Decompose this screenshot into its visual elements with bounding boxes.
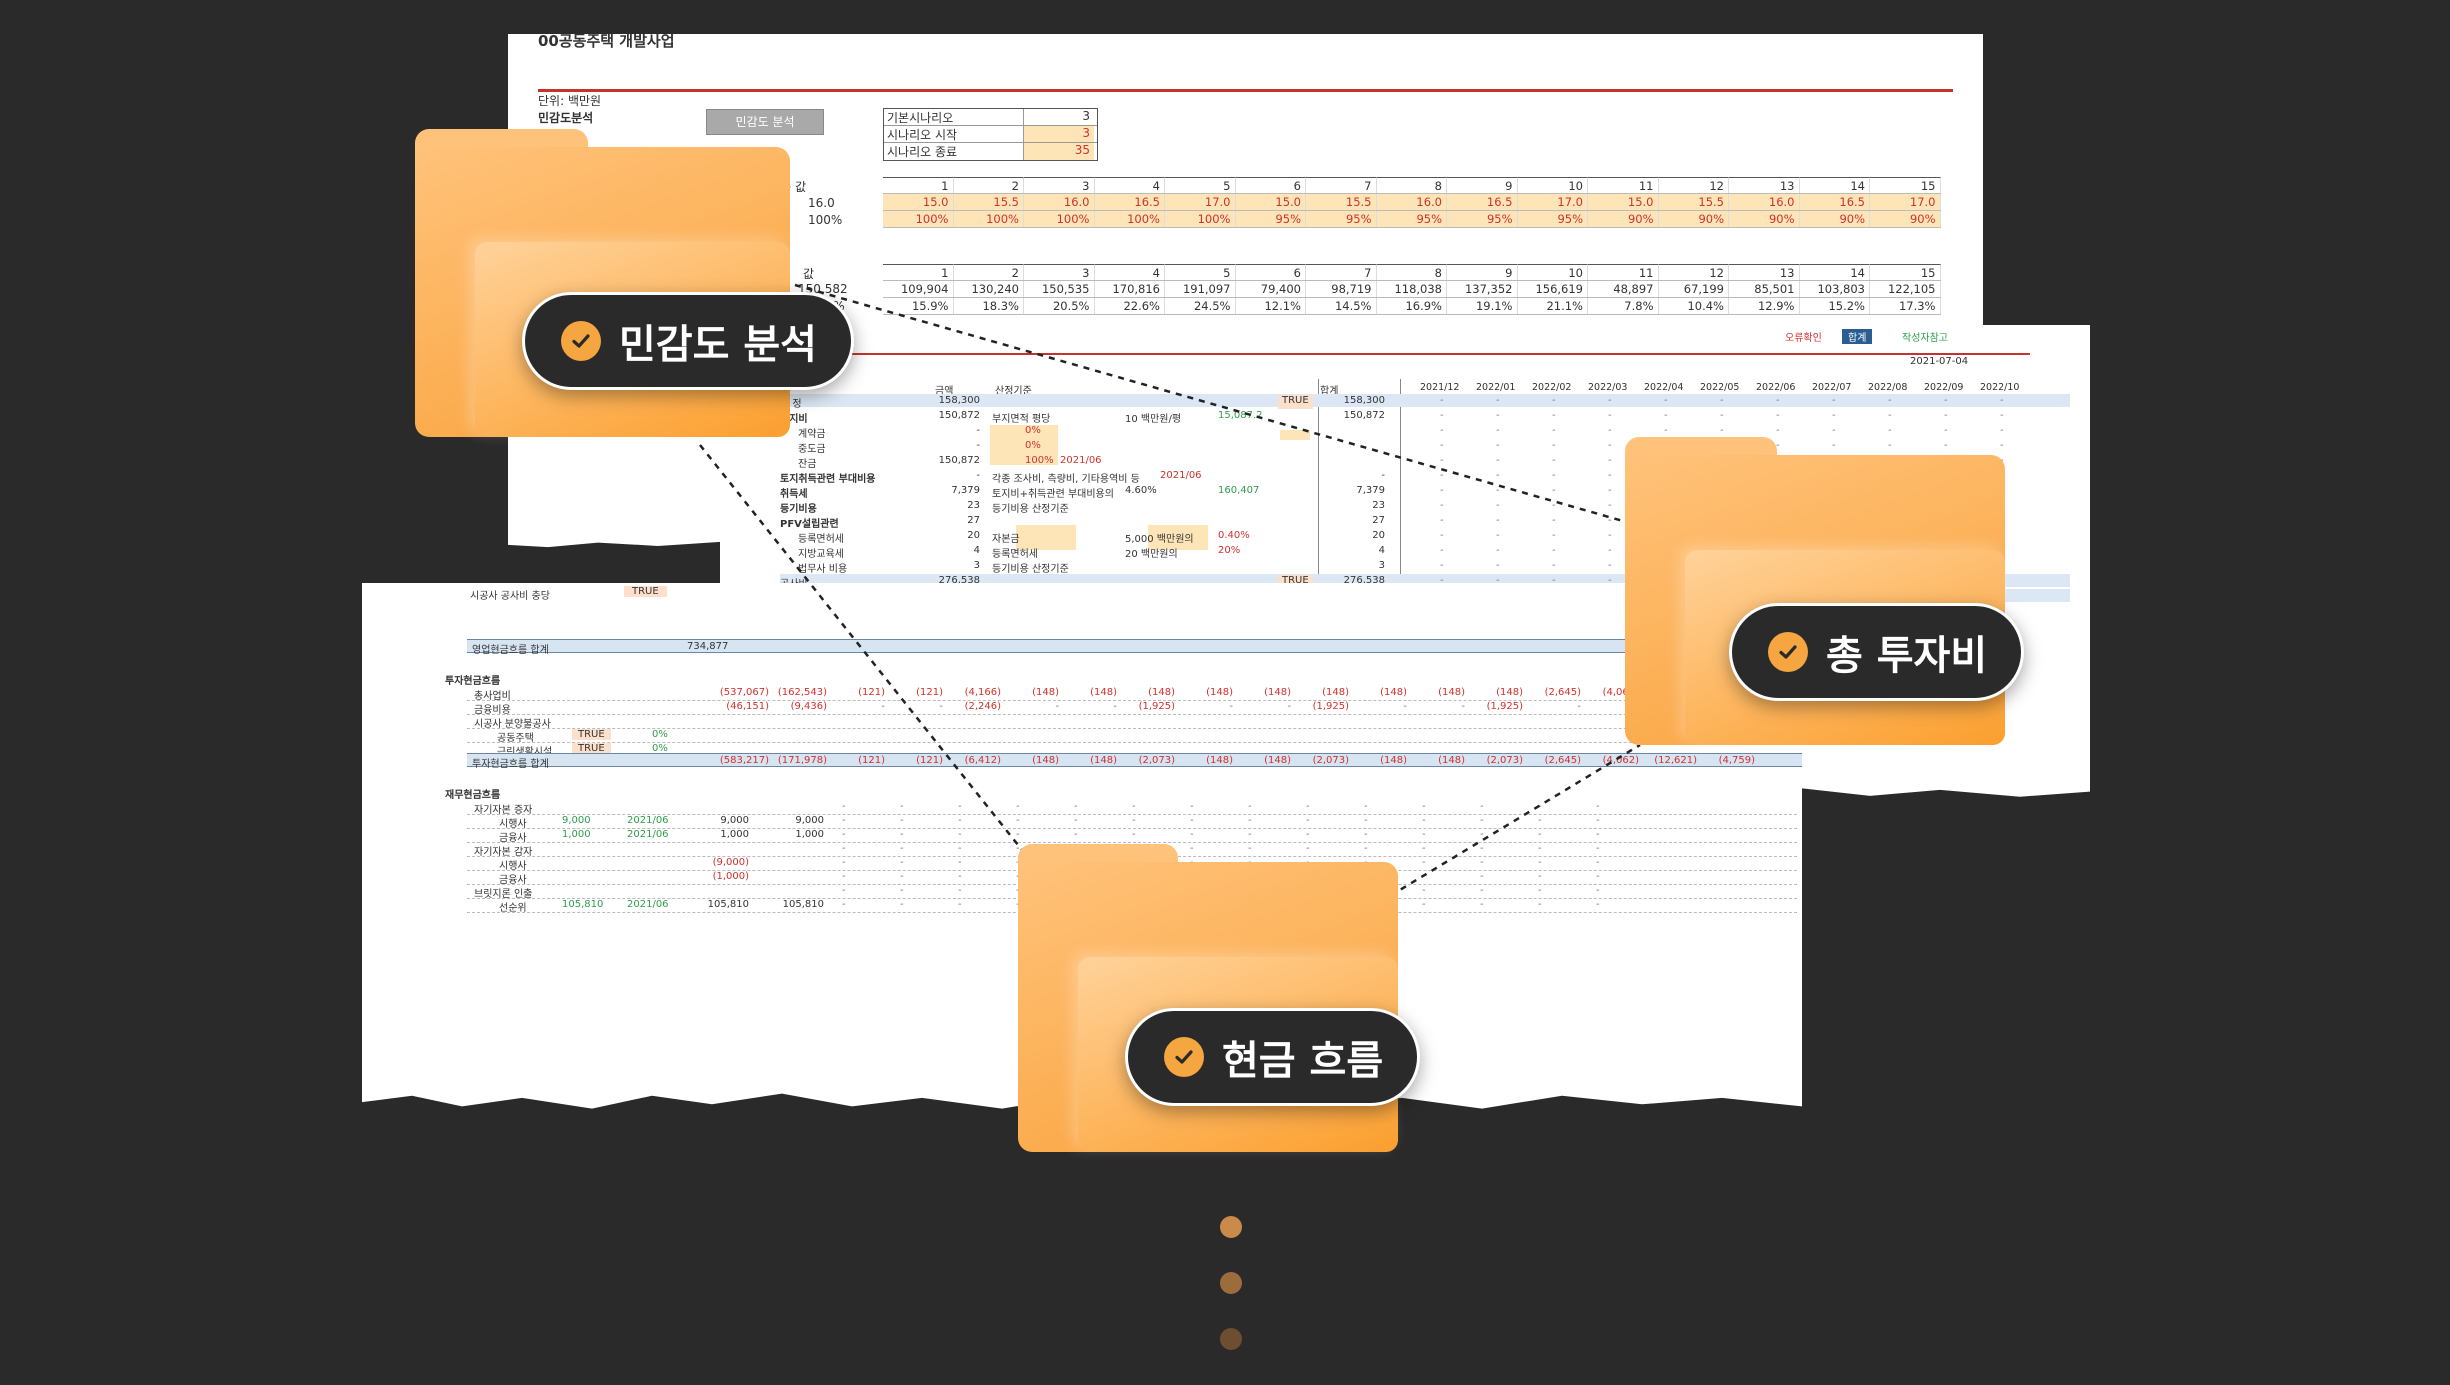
tag-sensitivity[interactable]: 민감도 분석 xyxy=(522,292,854,390)
progress-dot xyxy=(1220,1328,1242,1350)
check-circle-icon xyxy=(1164,1037,1204,1077)
tag-label: 민감도 분석 xyxy=(619,322,817,368)
connector-lines xyxy=(699,283,1641,910)
progress-dot xyxy=(1220,1216,1242,1238)
tag-cashflow[interactable]: 현금 흐름 xyxy=(1125,1008,1421,1106)
check-circle-icon xyxy=(561,321,601,361)
tag-label: 총 투자비 xyxy=(1826,633,1988,679)
folder-icon xyxy=(1018,844,1398,1152)
check-circle-icon xyxy=(1768,632,1808,672)
progress-dot xyxy=(1220,1272,1242,1294)
folder-icon xyxy=(1625,437,2005,745)
tag-investment[interactable]: 총 투자비 xyxy=(1729,603,2025,701)
tag-label: 현금 흐름 xyxy=(1222,1038,1384,1084)
